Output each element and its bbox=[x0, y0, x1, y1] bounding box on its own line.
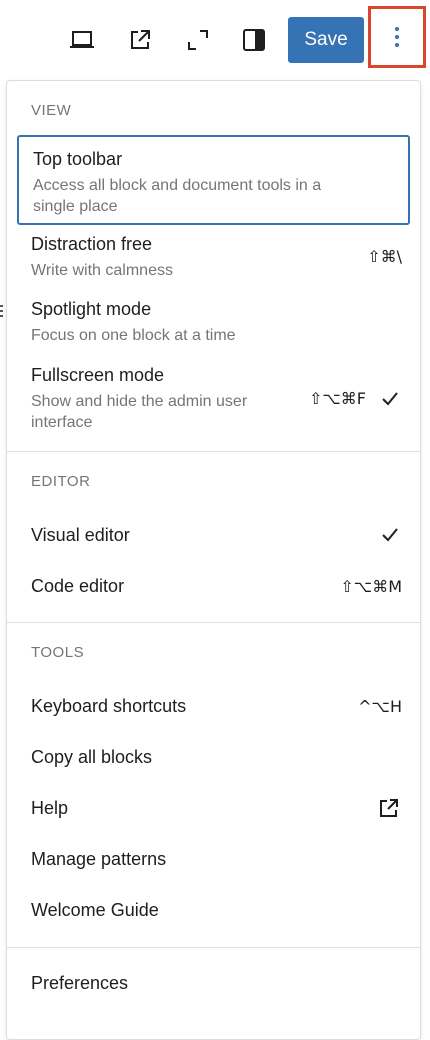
menu-item-help[interactable]: Help bbox=[17, 786, 410, 830]
menu-item-description: Write with calmness bbox=[31, 262, 173, 279]
external-link-icon[interactable] bbox=[122, 22, 158, 58]
background-edge-mark bbox=[0, 302, 3, 322]
keyboard-shortcut: ^⌥H bbox=[358, 697, 402, 716]
menu-item-preferences[interactable]: Preferences bbox=[17, 961, 410, 1005]
menu-item-spotlight-mode[interactable]: Spotlight mode Focus on one block at a t… bbox=[17, 293, 410, 353]
checkmark-icon bbox=[382, 528, 398, 542]
keyboard-shortcut: ⇧⌥⌘M bbox=[340, 577, 402, 596]
menu-item-description: Focus on one block at a time bbox=[31, 327, 236, 344]
menu-item-title: Code editor bbox=[31, 576, 125, 596]
menu-item-title: Top toolbar bbox=[33, 149, 123, 169]
options-dropdown-menu: VIEW Top toolbar Access all block and do… bbox=[6, 80, 421, 1040]
menu-item-title: Welcome Guide bbox=[31, 900, 159, 920]
menu-item-title: Fullscreen mode bbox=[31, 365, 165, 385]
save-button[interactable]: Save bbox=[288, 17, 364, 63]
menu-item-title: Keyboard shortcuts bbox=[31, 696, 187, 716]
menu-item-title: Visual editor bbox=[31, 525, 130, 545]
menu-item-manage-patterns[interactable]: Manage patterns bbox=[17, 837, 410, 881]
menu-divider bbox=[7, 451, 420, 452]
menu-item-title: Preferences bbox=[31, 973, 129, 993]
menu-item-fullscreen-mode[interactable]: Fullscreen mode Show and hide the admin … bbox=[17, 359, 410, 439]
fullscreen-icon[interactable] bbox=[180, 22, 216, 58]
keyboard-shortcut: ⇧⌘\ bbox=[367, 247, 402, 266]
sidebar-toggle-icon[interactable] bbox=[236, 22, 272, 58]
menu-divider bbox=[7, 622, 420, 623]
menu-item-description: Access all block and document tools in a… bbox=[33, 177, 322, 215]
menu-item-top-toolbar[interactable]: Top toolbar Access all block and documen… bbox=[17, 135, 410, 225]
menu-item-title: Manage patterns bbox=[31, 849, 167, 869]
menu-item-code-editor[interactable]: Code editor ⇧⌥⌘M bbox=[17, 564, 410, 608]
menu-item-visual-editor[interactable]: Visual editor bbox=[17, 513, 410, 557]
keyboard-shortcut: ⇧⌥⌘F bbox=[308, 389, 366, 408]
external-link-icon bbox=[380, 799, 398, 817]
vertical-ellipsis-icon bbox=[395, 27, 399, 47]
menu-item-title: Distraction free bbox=[31, 234, 153, 254]
options-menu-button[interactable] bbox=[368, 6, 426, 68]
menu-divider bbox=[7, 947, 420, 948]
menu-item-description: Show and hide the admin user interface bbox=[31, 393, 248, 431]
section-label-tools: TOOLS bbox=[31, 644, 85, 661]
section-label-editor: EDITOR bbox=[31, 473, 91, 490]
editor-header-toolbar: Save bbox=[0, 0, 430, 80]
checkmark-icon bbox=[382, 392, 398, 406]
menu-item-keyboard-shortcuts[interactable]: Keyboard shortcuts ^⌥H bbox=[17, 684, 410, 728]
menu-item-title: Help bbox=[31, 798, 69, 818]
menu-item-title: Spotlight mode bbox=[31, 299, 152, 319]
menu-item-distraction-free[interactable]: Distraction free Write with calmness ⇧⌘\ bbox=[17, 227, 410, 287]
menu-item-copy-all-blocks[interactable]: Copy all blocks bbox=[17, 735, 410, 779]
menu-item-title: Copy all blocks bbox=[31, 747, 153, 767]
device-preview-icon[interactable] bbox=[64, 22, 100, 58]
menu-item-welcome-guide[interactable]: Welcome Guide bbox=[17, 888, 410, 932]
section-label-view: VIEW bbox=[31, 102, 72, 119]
